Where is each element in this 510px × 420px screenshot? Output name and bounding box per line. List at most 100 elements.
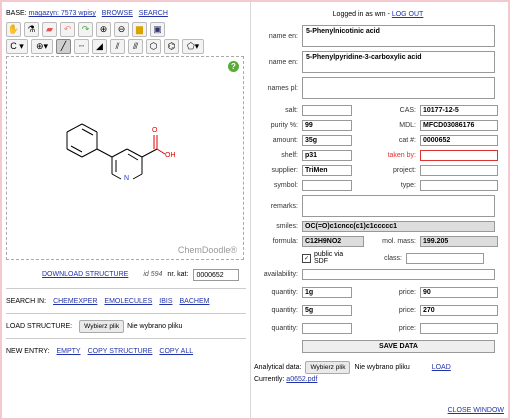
symbol-field[interactable] [302,180,352,191]
price-field-1[interactable]: 90 [420,287,498,298]
symbol-type-row: symbol: type: [254,180,502,191]
quantity-field-2[interactable]: 5g [302,305,352,316]
open-folder-icon[interactable]: ▆ [132,22,147,37]
availability-field[interactable] [302,269,495,280]
name-en-row-1: name en: 5-Phenylnicotinic acid [254,25,502,47]
base-line: BASE: magazyn: 7573 wpisy BROWSE SEARCH [6,8,246,20]
emolecules-link[interactable]: EMOLECULES [104,298,152,305]
formula-label: formula: [272,238,298,245]
eraser-icon[interactable]: ▰ [42,22,57,37]
name-pl-row: names pl: [254,77,502,99]
cas-label: CAS: [399,107,416,114]
search-link[interactable]: SEARCH [139,10,168,17]
column-divider [250,2,251,418]
ibis-link[interactable]: IBIS [159,298,172,305]
copy-all-link[interactable]: COPY ALL [159,348,193,355]
no-file-status: Nie wybrano pliku [127,322,183,330]
quantity-field-1[interactable]: 1g [302,287,352,298]
formula-field: C12H9NO2 [302,236,364,247]
base-label: BASE: [6,10,27,17]
save-data-button[interactable]: SAVE DATA [302,340,495,353]
flask-icon[interactable]: ⚗ [24,22,39,37]
toolbar-row-1: ✋ ⚗ ▰ ↶ ↷ ⊕ ⊖ ▆ ▣ [6,22,246,37]
atom-dropdown[interactable]: C ▾ [6,39,28,54]
redo-icon[interactable]: ↷ [78,22,93,37]
toolbar-row-2: C ▾ ⊕▾ ╱ ┈ ◢ ⫽ ⫻ ⬡ ⌬ ⬠▾ [6,39,246,54]
copy-structure-link[interactable]: COPY STRUCTURE [88,348,153,355]
structure-canvas[interactable]: ? O OH N ChemDoodle® [6,56,244,260]
bachem-link[interactable]: BACHEM [180,298,210,305]
chemexper-link[interactable]: CHEMEXPER [53,298,97,305]
quantity-field-3[interactable] [302,323,352,334]
analytical-data-row: Analytical data: Wybierz plik Nie wybran… [254,361,502,374]
molecule-drawing [66,123,166,180]
charge-dropdown[interactable]: ⊕▾ [31,39,53,54]
hexagon-icon[interactable]: ⬡ [146,39,161,54]
save-icon[interactable]: ▣ [150,22,165,37]
name-en-field-2[interactable]: 5-Phenylpyridine-3-carboxylic acid [302,51,495,73]
carboxyl-group [141,135,166,158]
double-bond-icon[interactable]: ⫽ [110,39,125,54]
mdl-field[interactable]: MFCD03086176 [420,120,498,131]
shelf-taken-row: shelf: p31 taken by: [254,150,502,161]
quantity-row-1: quantity: 1g price: 90 [254,287,502,298]
amount-field[interactable]: 35g [302,135,352,146]
single-bond-icon[interactable]: ╱ [56,39,71,54]
benzene-icon[interactable]: ⌬ [164,39,179,54]
cas-field[interactable]: 10177-12-5 [420,105,498,116]
pentagon-dropdown[interactable]: ⬠▾ [182,39,204,54]
current-file-link[interactable]: a0652.pdf [286,376,317,383]
currently-row: Currently: a0652.pdf [254,376,502,383]
wedge-bond-icon[interactable]: ◢ [92,39,107,54]
purity-field[interactable]: 99 [302,120,352,131]
dashed-bond-icon[interactable]: ┈ [74,39,89,54]
project-field[interactable] [420,165,498,176]
oxygen-atom: O [152,127,158,134]
hand-icon[interactable]: ✋ [6,22,21,37]
supplier-project-row: supplier: TriMen project: [254,165,502,176]
zoom-out-icon[interactable]: ⊖ [114,22,129,37]
type-field[interactable] [420,180,498,191]
nr-kat-input[interactable] [193,269,240,281]
price-label: price: [398,325,416,332]
download-structure-link[interactable]: DOWNLOAD STRUCTURE [42,268,128,282]
magazyn-link[interactable]: magazyn: 7573 wpisy [29,10,96,17]
triple-bond-icon[interactable]: ⫻ [128,39,143,54]
zoom-in-icon[interactable]: ⊕ [96,22,111,37]
close-window-link[interactable]: CLOSE WINDOW [448,407,504,414]
undo-icon[interactable]: ↶ [60,22,75,37]
load-structure-label: LOAD STRUCTURE: [6,322,73,330]
quantity-label: quantity: [271,325,298,332]
choose-file-button[interactable]: Wybierz plik [79,319,125,333]
analytical-load-link[interactable]: LOAD [432,364,451,371]
divider [6,288,246,289]
name-en-field-1[interactable]: 5-Phenylnicotinic acid [302,25,495,47]
analytical-label: Analytical data: [254,364,302,371]
public-checkbox[interactable]: ✓ [302,253,311,263]
public-label: public via SDF [314,251,344,265]
salt-field[interactable] [302,105,352,116]
supplier-label: supplier: [271,167,298,174]
empty-link[interactable]: EMPTY [56,348,80,355]
browse-link[interactable]: BROWSE [102,10,133,17]
supplier-field[interactable]: TriMen [302,165,352,176]
mdl-label: MDL: [399,122,416,129]
taken-by-field[interactable] [420,150,498,161]
mol-mass-label: mol. mass: [382,238,416,245]
smiles-row: smiles: OC(=O)c1cncc(c1)c1ccccc1 [254,221,502,232]
shelf-field[interactable]: p31 [302,150,352,161]
cat-field[interactable]: 0000652 [420,135,498,146]
logout-link[interactable]: LOG OUT [392,11,424,18]
smiles-field: OC(=O)c1cncc(c1)c1ccccc1 [302,221,495,232]
price-field-2[interactable]: 270 [420,305,498,316]
app-window: BASE: magazyn: 7573 wpisy BROWSE SEARCH … [0,0,510,420]
load-structure-row: LOAD STRUCTURE: Wybierz plik Nie wybrano… [6,319,246,333]
availability-row: availability: [254,269,502,280]
price-field-3[interactable] [420,323,498,334]
nitrogen-atom: N [124,175,130,182]
analytical-no-file-status: Nie wybrano pliku [354,364,410,371]
class-field[interactable] [406,252,484,264]
name-pl-field[interactable] [302,77,495,99]
analytical-choose-file-button[interactable]: Wybierz plik [305,361,351,374]
remarks-field[interactable] [302,195,495,217]
